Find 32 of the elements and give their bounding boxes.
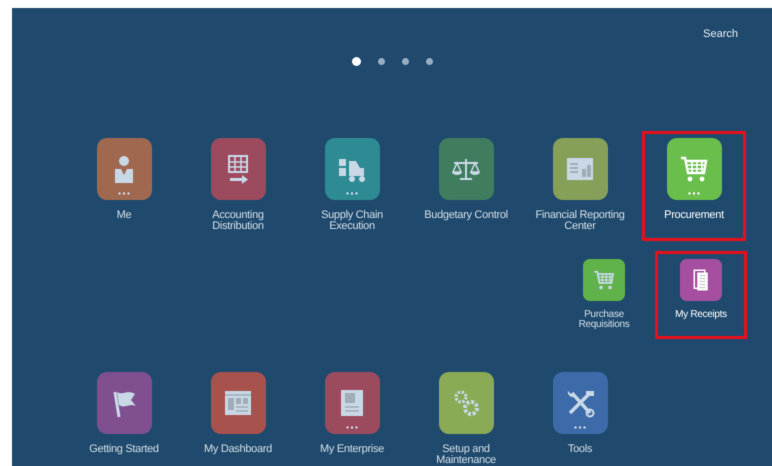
app-tile[interactable]: Procurement [642,131,746,241]
tile-label: My Enterprise [320,444,384,455]
tile-label: Supply Chain Execution [320,210,384,232]
app-tile[interactable]: Budgetary Control [414,131,518,241]
search-link[interactable]: Search [693,24,748,38]
tile-label: Accounting Distribution [211,210,265,232]
tile-label: Me [116,210,132,221]
app-tile[interactable]: Setup and Maintenance [414,365,518,466]
app-tile[interactable]: Supply Chain Execution [300,131,404,241]
tile-label: Procurement [664,210,724,221]
page-dot[interactable] [378,58,384,65]
app-tile[interactable]: Accounting Distribution [186,131,290,241]
tile-label: Budgetary Control [424,210,508,221]
app-tile[interactable]: Getting Started [72,365,176,466]
page-dot[interactable] [402,58,408,65]
cart-icon [592,268,616,292]
app-tile[interactable]: Purchase Requisitions [559,251,649,339]
tile-label: Setup and Maintenance [435,444,497,466]
tile-label: Financial Reporting Center [534,210,626,232]
tile-label: My Dashboard [204,444,272,455]
app-tile[interactable]: My Receipts [655,251,747,339]
app-tile[interactable]: Tools [528,365,632,466]
tile-label: Getting Started [89,444,159,455]
app-tile[interactable]: Financial Reporting Center [528,131,632,241]
page-dot[interactable] [352,57,360,66]
tile-label: Tools [568,444,592,455]
page-dot[interactable] [426,58,432,65]
tile-label: Purchase Requisitions [578,310,630,330]
app-tile[interactable]: My Dashboard [186,365,290,466]
app-tile[interactable]: My Enterprise [300,365,404,466]
tile-label: My Receipts [675,310,727,320]
app-tile[interactable]: Me [72,131,176,241]
